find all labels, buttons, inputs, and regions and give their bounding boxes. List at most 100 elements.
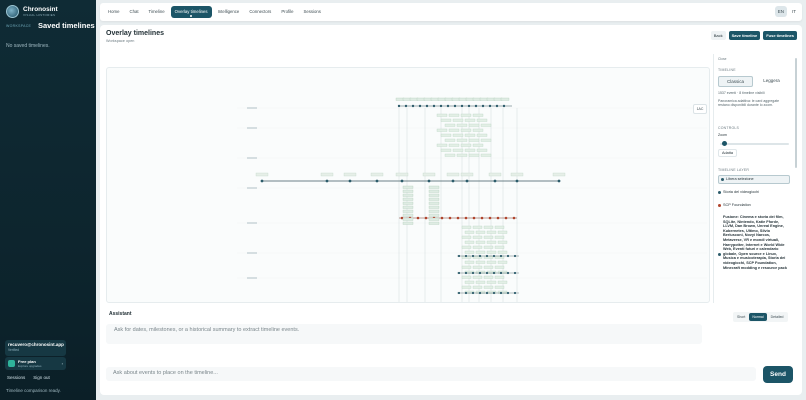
row-marker — [247, 252, 257, 254]
tab-chat[interactable]: Chat — [125, 6, 142, 18]
event-card — [468, 123, 480, 127]
layer-item[interactable]: Fusione: Cinema e storia dei film, SQLit… — [718, 215, 790, 270]
controls-section-label: CONTROLS — [718, 126, 740, 130]
event-card — [458, 97, 468, 101]
timeline-section-label: TIMELINE — [718, 68, 736, 72]
event-card — [497, 230, 508, 234]
event-node — [474, 104, 478, 108]
event-card — [451, 97, 461, 101]
event-node — [478, 254, 482, 258]
chat-input[interactable]: Ask about events to place on the timelin… — [106, 367, 756, 381]
event-node — [499, 291, 503, 295]
sessions-link[interactable]: Sessions — [7, 375, 25, 380]
view-classica-button[interactable]: Classica — [718, 76, 753, 87]
tab-connectors[interactable]: Connectors — [245, 6, 275, 18]
event-node — [453, 104, 457, 108]
event-card — [552, 172, 566, 177]
mode-normal-button[interactable]: Normal — [749, 313, 767, 321]
timeline-settings-panel: Close TIMELINE Classica Leggera 1537 eve… — [713, 54, 798, 303]
fit-button[interactable]: Adatta — [718, 149, 737, 157]
event-card — [480, 123, 492, 127]
event-card — [423, 97, 433, 101]
event-node — [440, 216, 444, 220]
event-card — [428, 205, 440, 209]
mode-short-button[interactable]: Short — [734, 313, 748, 321]
assistant-prompt-hint: Ask for dates, milestones, or a historic… — [106, 324, 702, 344]
app-tagline: VISUAL HISTORIES — [23, 13, 56, 17]
main-panel: Overlay timelines Workspace open Back Sa… — [100, 25, 802, 395]
event-node — [471, 271, 475, 275]
tab-timeline[interactable]: Timeline — [145, 6, 169, 18]
layer-color-dot — [718, 191, 721, 194]
sign-out-link[interactable]: Sign out — [33, 375, 50, 380]
event-card — [494, 235, 505, 239]
event-node — [472, 216, 476, 220]
event-card — [402, 213, 414, 217]
layer-item[interactable]: SCP Foundation — [718, 203, 790, 208]
event-card — [448, 113, 460, 117]
canvas-toggle-button[interactable]: 1AC — [693, 104, 707, 114]
event-card — [464, 280, 475, 284]
tab-sessions[interactable]: Sessions — [300, 6, 325, 18]
layer-label: Storia del videogiochi — [723, 190, 760, 194]
zoom-slider[interactable] — [720, 143, 789, 145]
event-card — [395, 97, 405, 101]
zoom-slider-handle[interactable] — [722, 141, 728, 146]
event-node — [457, 291, 461, 295]
empty-saved-text: No saved timelines. — [6, 43, 50, 49]
event-card — [464, 230, 475, 234]
event-card — [483, 225, 494, 229]
layer-item[interactable]: Storia del videogiochi — [718, 190, 790, 195]
row-marker — [247, 107, 257, 109]
event-card — [460, 128, 472, 132]
language-it-button[interactable]: IT — [789, 6, 799, 17]
panel-scrollbar[interactable] — [795, 58, 797, 168]
plan-card[interactable]: Free plan Explore upgrades › — [5, 357, 66, 370]
send-button[interactable]: Send — [763, 366, 793, 383]
user-card[interactable]: recuvero@chronosint.app Verified — [5, 340, 66, 356]
saved-timelines-title: Saved timelines — [38, 21, 95, 30]
timeline-graph[interactable] — [107, 68, 710, 303]
event-card — [464, 133, 476, 137]
event-node — [451, 179, 455, 183]
mode-detailed-button[interactable]: Detailed — [768, 313, 787, 321]
tab-overlay-timelines[interactable]: Overlay timelines — [170, 6, 212, 18]
event-card — [480, 153, 492, 157]
event-card — [444, 123, 456, 127]
event-card — [494, 255, 505, 259]
event-node — [375, 179, 379, 183]
event-card — [472, 225, 483, 229]
tab-profile[interactable]: Profile — [277, 6, 297, 18]
timeline-canvas[interactable]: 1AC — [106, 67, 710, 303]
event-card — [416, 97, 426, 101]
event-node — [464, 216, 468, 220]
save-timeline-button[interactable]: Save timeline — [728, 31, 761, 40]
layer-label: Fusione: Cinema e storia dei film, SQLit… — [723, 215, 787, 270]
event-node — [495, 104, 499, 108]
language-en-button[interactable]: EN — [774, 6, 787, 17]
event-card — [444, 153, 456, 157]
event-card — [472, 128, 484, 132]
brand[interactable]: Chronosint VISUAL HISTORIES — [6, 5, 58, 18]
event-node — [397, 104, 401, 108]
event-card — [402, 209, 414, 213]
logo-icon — [6, 5, 19, 18]
tab-home[interactable]: Home — [104, 6, 123, 18]
fuse-timelines-button[interactable]: Fuse timelines — [763, 31, 797, 40]
tab-intelligence[interactable]: Intelligence — [214, 6, 244, 18]
plan-subtitle: Explore upgrades — [18, 364, 42, 368]
event-node — [411, 104, 415, 108]
view-leggera-button[interactable]: Leggera — [755, 76, 788, 87]
event-card — [436, 128, 448, 132]
event-card — [472, 285, 483, 289]
event-node — [478, 291, 482, 295]
close-panel-button[interactable]: Close — [718, 57, 726, 61]
event-card — [493, 97, 503, 101]
event-node — [471, 254, 475, 258]
layer-color-dot — [718, 253, 721, 256]
top-nav: Home Chat Timeline Overlay timelines Int… — [100, 3, 802, 21]
layer-item[interactable]: Libera selezione — [718, 175, 790, 184]
back-button[interactable]: Back — [710, 31, 726, 40]
row-marker — [247, 127, 257, 129]
event-node — [432, 104, 436, 108]
